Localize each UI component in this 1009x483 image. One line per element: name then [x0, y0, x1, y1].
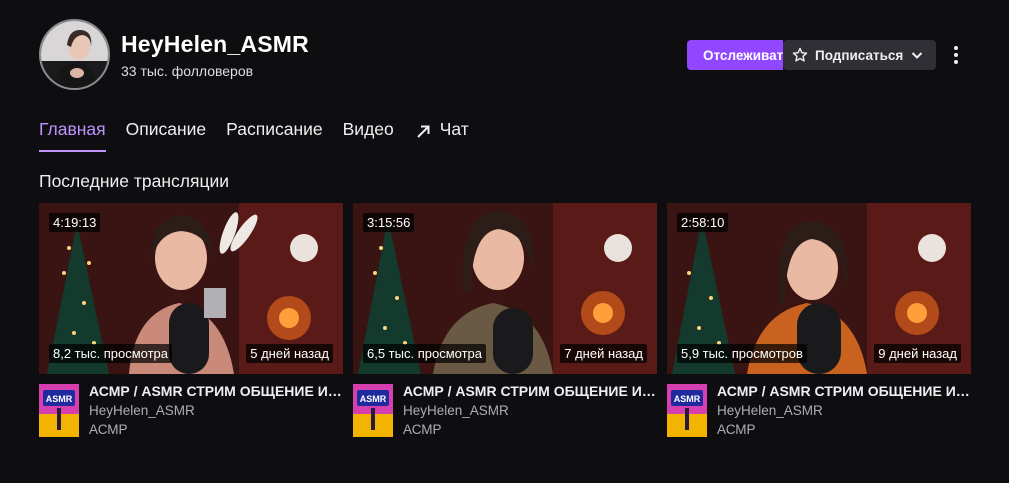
subscribe-label: Подписаться — [815, 47, 904, 63]
video-title[interactable]: АСМР / ASMR СТРИМ ОБЩЕНИЕ И ЗВУКИ — [403, 383, 657, 399]
category-box-art[interactable]: ASMR — [353, 384, 393, 437]
date-badge: 9 дней назад — [874, 344, 961, 363]
external-arrow-icon — [417, 125, 430, 138]
video-channel-link[interactable]: HeyHelen_ASMR — [717, 403, 971, 418]
more-options-button[interactable] — [946, 40, 966, 70]
tab-label: Видео — [342, 119, 394, 139]
duration-badge: 4:19:13 — [49, 213, 101, 232]
more-dot — [954, 60, 958, 64]
video-thumbnail[interactable]: 3:15:56 6,5 тыс. просмотра 7 дней назад — [353, 203, 657, 374]
video-card[interactable]: 3:15:56 6,5 тыс. просмотра 7 дней назад … — [353, 203, 657, 443]
view-count-badge: 8,2 тыс. просмотра — [49, 344, 173, 363]
follower-count: 33 тыс. фолловеров — [121, 63, 254, 79]
tab-label: Чат — [439, 119, 469, 139]
video-channel-link[interactable]: HeyHelen_ASMR — [89, 403, 343, 418]
video-card[interactable]: 2:58:10 5,9 тыс. просмотров 9 дней назад… — [667, 203, 971, 443]
tab-about[interactable]: Описание — [126, 119, 207, 151]
channel-nav-tabs: Главная Описание Расписание Видео Чат — [39, 119, 469, 153]
video-meta: АСМР / ASMR СТРИМ ОБЩЕНИЕ И ЗВУКИ HeyHel… — [89, 383, 343, 437]
follow-button[interactable]: Отслеживать — [687, 40, 783, 70]
tab-label: Расписание — [226, 119, 323, 139]
video-category-link[interactable]: АСМР — [403, 422, 657, 437]
category-box-art[interactable]: ASMR — [39, 384, 79, 437]
more-dot — [954, 46, 958, 50]
video-category-link[interactable]: АСМР — [89, 422, 343, 437]
section-title: Последние трансляции — [39, 171, 230, 191]
tab-schedule[interactable]: Расписание — [226, 119, 322, 151]
tab-label: Главная — [39, 119, 106, 139]
recent-broadcasts: 4:19:13 8,2 тыс. просмотра 5 дней назад … — [39, 203, 971, 443]
tab-label: Описание — [125, 119, 207, 139]
channel-header: HeyHelen_ASMR 33 тыс. фолловеров Отслежи… — [39, 19, 979, 91]
date-badge: 5 дней назад — [246, 344, 333, 363]
tab-home[interactable]: Главная — [39, 119, 106, 152]
duration-badge: 3:15:56 — [363, 213, 415, 232]
video-title[interactable]: АСМР / ASMR СТРИМ ОБЩЕНИЕ И ЗВУКИ — [717, 383, 971, 399]
date-badge: 7 дней назад — [560, 344, 647, 363]
tab-videos[interactable]: Видео — [343, 119, 394, 151]
more-dot — [954, 53, 958, 57]
video-category-link[interactable]: АСМР — [717, 422, 971, 437]
video-meta: АСМР / ASMR СТРИМ ОБЩЕНИЕ И ЗВУКИ HeyHel… — [403, 383, 657, 437]
view-count-badge: 5,9 тыс. просмотров — [677, 344, 807, 363]
view-count-badge: 6,5 тыс. просмотра — [363, 344, 487, 363]
video-card[interactable]: 4:19:13 8,2 тыс. просмотра 5 дней назад … — [39, 203, 343, 443]
category-art-label: ASMR — [46, 394, 73, 404]
duration-badge: 2:58:10 — [677, 213, 729, 232]
follow-label: Отслеживать — [703, 47, 783, 63]
chevron-down-icon — [912, 52, 923, 59]
category-box-art[interactable]: ASMR — [667, 384, 707, 437]
category-art-label: ASMR — [674, 394, 701, 404]
star-icon — [792, 47, 808, 62]
video-meta: АСМР / ASMR СТРИМ ОБЩЕНИЕ И ЗВУКИ HeyHel… — [717, 383, 971, 437]
channel-avatar[interactable] — [39, 19, 110, 90]
category-art-label: ASMR — [360, 394, 387, 404]
channel-name[interactable]: HeyHelen_ASMR — [121, 31, 309, 58]
subscribe-button[interactable]: Подписаться — [783, 40, 936, 70]
video-thumbnail[interactable]: 4:19:13 8,2 тыс. просмотра 5 дней назад — [39, 203, 343, 374]
video-title[interactable]: АСМР / ASMR СТРИМ ОБЩЕНИЕ И ЗВУКИ — [89, 383, 343, 399]
video-thumbnail[interactable]: 2:58:10 5,9 тыс. просмотров 9 дней назад — [667, 203, 971, 374]
video-channel-link[interactable]: HeyHelen_ASMR — [403, 403, 657, 418]
tab-chat[interactable]: Чат — [414, 119, 469, 151]
